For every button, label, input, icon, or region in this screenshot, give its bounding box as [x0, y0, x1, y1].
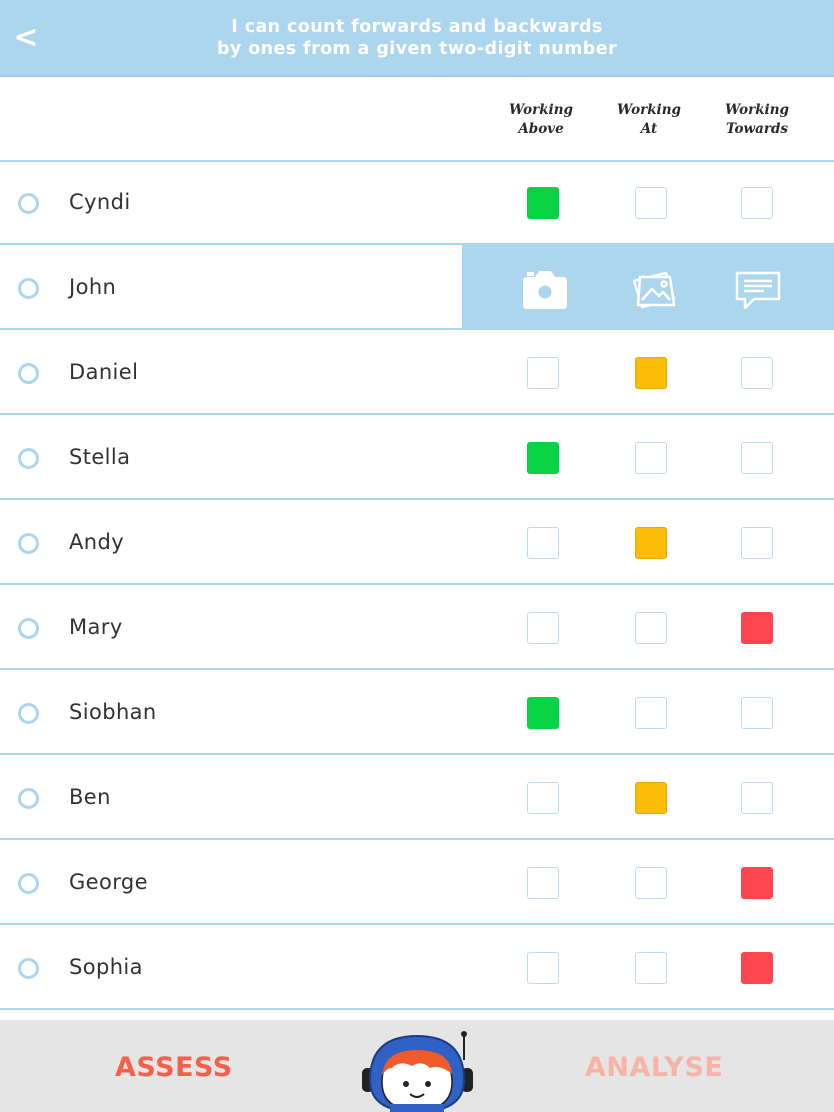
status-box-working-at[interactable]: [635, 697, 667, 729]
title-line-2: by ones from a given two-digit number: [216, 39, 618, 59]
status-box-working-towards[interactable]: [741, 782, 773, 814]
column-header-line: At: [640, 121, 658, 137]
column-header-working-above: Working Above: [496, 101, 586, 139]
status-box-working-towards[interactable]: [741, 867, 773, 899]
header-bar: < I can count forwards and backwards by …: [0, 0, 834, 77]
status-box-working-towards[interactable]: [741, 952, 773, 984]
student-name[interactable]: Andy: [69, 530, 124, 554]
select-student-radio[interactable]: [18, 448, 39, 469]
table-row: Ben: [0, 755, 834, 840]
status-box-working-above[interactable]: [527, 867, 559, 899]
select-student-radio[interactable]: [18, 873, 39, 894]
status-box-working-at[interactable]: [635, 782, 667, 814]
select-student-radio[interactable]: [18, 278, 39, 299]
status-box-working-towards[interactable]: [741, 357, 773, 389]
student-name[interactable]: Daniel: [69, 360, 138, 384]
camera-icon[interactable]: [519, 267, 571, 313]
tab-assess[interactable]: ASSESS: [115, 1052, 233, 1083]
table-row: George: [0, 840, 834, 925]
student-name[interactable]: George: [69, 870, 148, 894]
status-box-working-at[interactable]: [635, 187, 667, 219]
column-header-line: Working: [617, 102, 681, 118]
bottom-tab-bar: ASSESS ANALYSE: [0, 1020, 834, 1112]
table-row: Stella: [0, 415, 834, 500]
column-header-line: Above: [518, 121, 564, 137]
status-box-working-at[interactable]: [635, 357, 667, 389]
student-name[interactable]: Ben: [69, 785, 111, 809]
table-row: Siobhan: [0, 670, 834, 755]
column-header-line: Towards: [725, 121, 789, 137]
student-name[interactable]: Stella: [69, 445, 130, 469]
table-row: Cyndi: [0, 160, 834, 245]
status-box-working-above[interactable]: [527, 612, 559, 644]
select-student-radio[interactable]: [18, 703, 39, 724]
select-student-radio[interactable]: [18, 958, 39, 979]
select-student-radio[interactable]: [18, 363, 39, 384]
select-student-radio[interactable]: [18, 533, 39, 554]
column-header-working-towards: Working Towards: [712, 101, 802, 139]
student-name[interactable]: Mary: [69, 615, 123, 639]
status-box-working-towards[interactable]: [741, 697, 773, 729]
status-box-working-above[interactable]: [527, 782, 559, 814]
status-box-working-above[interactable]: [527, 187, 559, 219]
status-box-working-above[interactable]: [527, 442, 559, 474]
select-student-radio[interactable]: [18, 788, 39, 809]
comment-icon[interactable]: [732, 267, 784, 313]
status-box-working-above[interactable]: [527, 697, 559, 729]
table-row: Andy: [0, 500, 834, 585]
status-box-working-above[interactable]: [527, 527, 559, 559]
status-box-working-towards[interactable]: [741, 527, 773, 559]
astronaut-mascot-icon[interactable]: [360, 1030, 475, 1112]
table-row: Daniel: [0, 330, 834, 415]
status-box-working-above[interactable]: [527, 357, 559, 389]
status-box-working-towards[interactable]: [741, 187, 773, 219]
select-student-radio[interactable]: [18, 618, 39, 639]
status-box-working-at[interactable]: [635, 952, 667, 984]
status-box-working-at[interactable]: [635, 442, 667, 474]
column-header-line: Working: [725, 102, 789, 118]
gallery-icon[interactable]: [628, 267, 680, 313]
select-student-radio[interactable]: [18, 193, 39, 214]
student-list: Cyndi John Daniel Stella Andy Mary Siobhan Ben G…: [0, 160, 834, 1010]
table-row: Mary: [0, 585, 834, 670]
table-row: John: [0, 245, 834, 330]
status-box-working-towards[interactable]: [741, 442, 773, 474]
table-row: Sophia: [0, 925, 834, 1010]
student-name[interactable]: John: [69, 275, 116, 299]
page-title: I can count forwards and backwards by on…: [140, 16, 694, 60]
tab-analyse[interactable]: ANALYSE: [585, 1052, 723, 1083]
student-name[interactable]: Cyndi: [69, 190, 131, 214]
status-box-working-above[interactable]: [527, 952, 559, 984]
status-box-working-at[interactable]: [635, 612, 667, 644]
back-button[interactable]: <: [12, 18, 40, 58]
status-box-working-at[interactable]: [635, 867, 667, 899]
student-name[interactable]: Siobhan: [69, 700, 157, 724]
student-name[interactable]: Sophia: [69, 955, 143, 979]
status-box-working-towards[interactable]: [741, 612, 773, 644]
status-box-working-at[interactable]: [635, 527, 667, 559]
column-header-working-at: Working At: [604, 101, 694, 139]
column-header-line: Working: [509, 102, 573, 118]
row-action-panel: [462, 245, 834, 330]
title-line-1: I can count forwards and backwards: [231, 17, 603, 37]
